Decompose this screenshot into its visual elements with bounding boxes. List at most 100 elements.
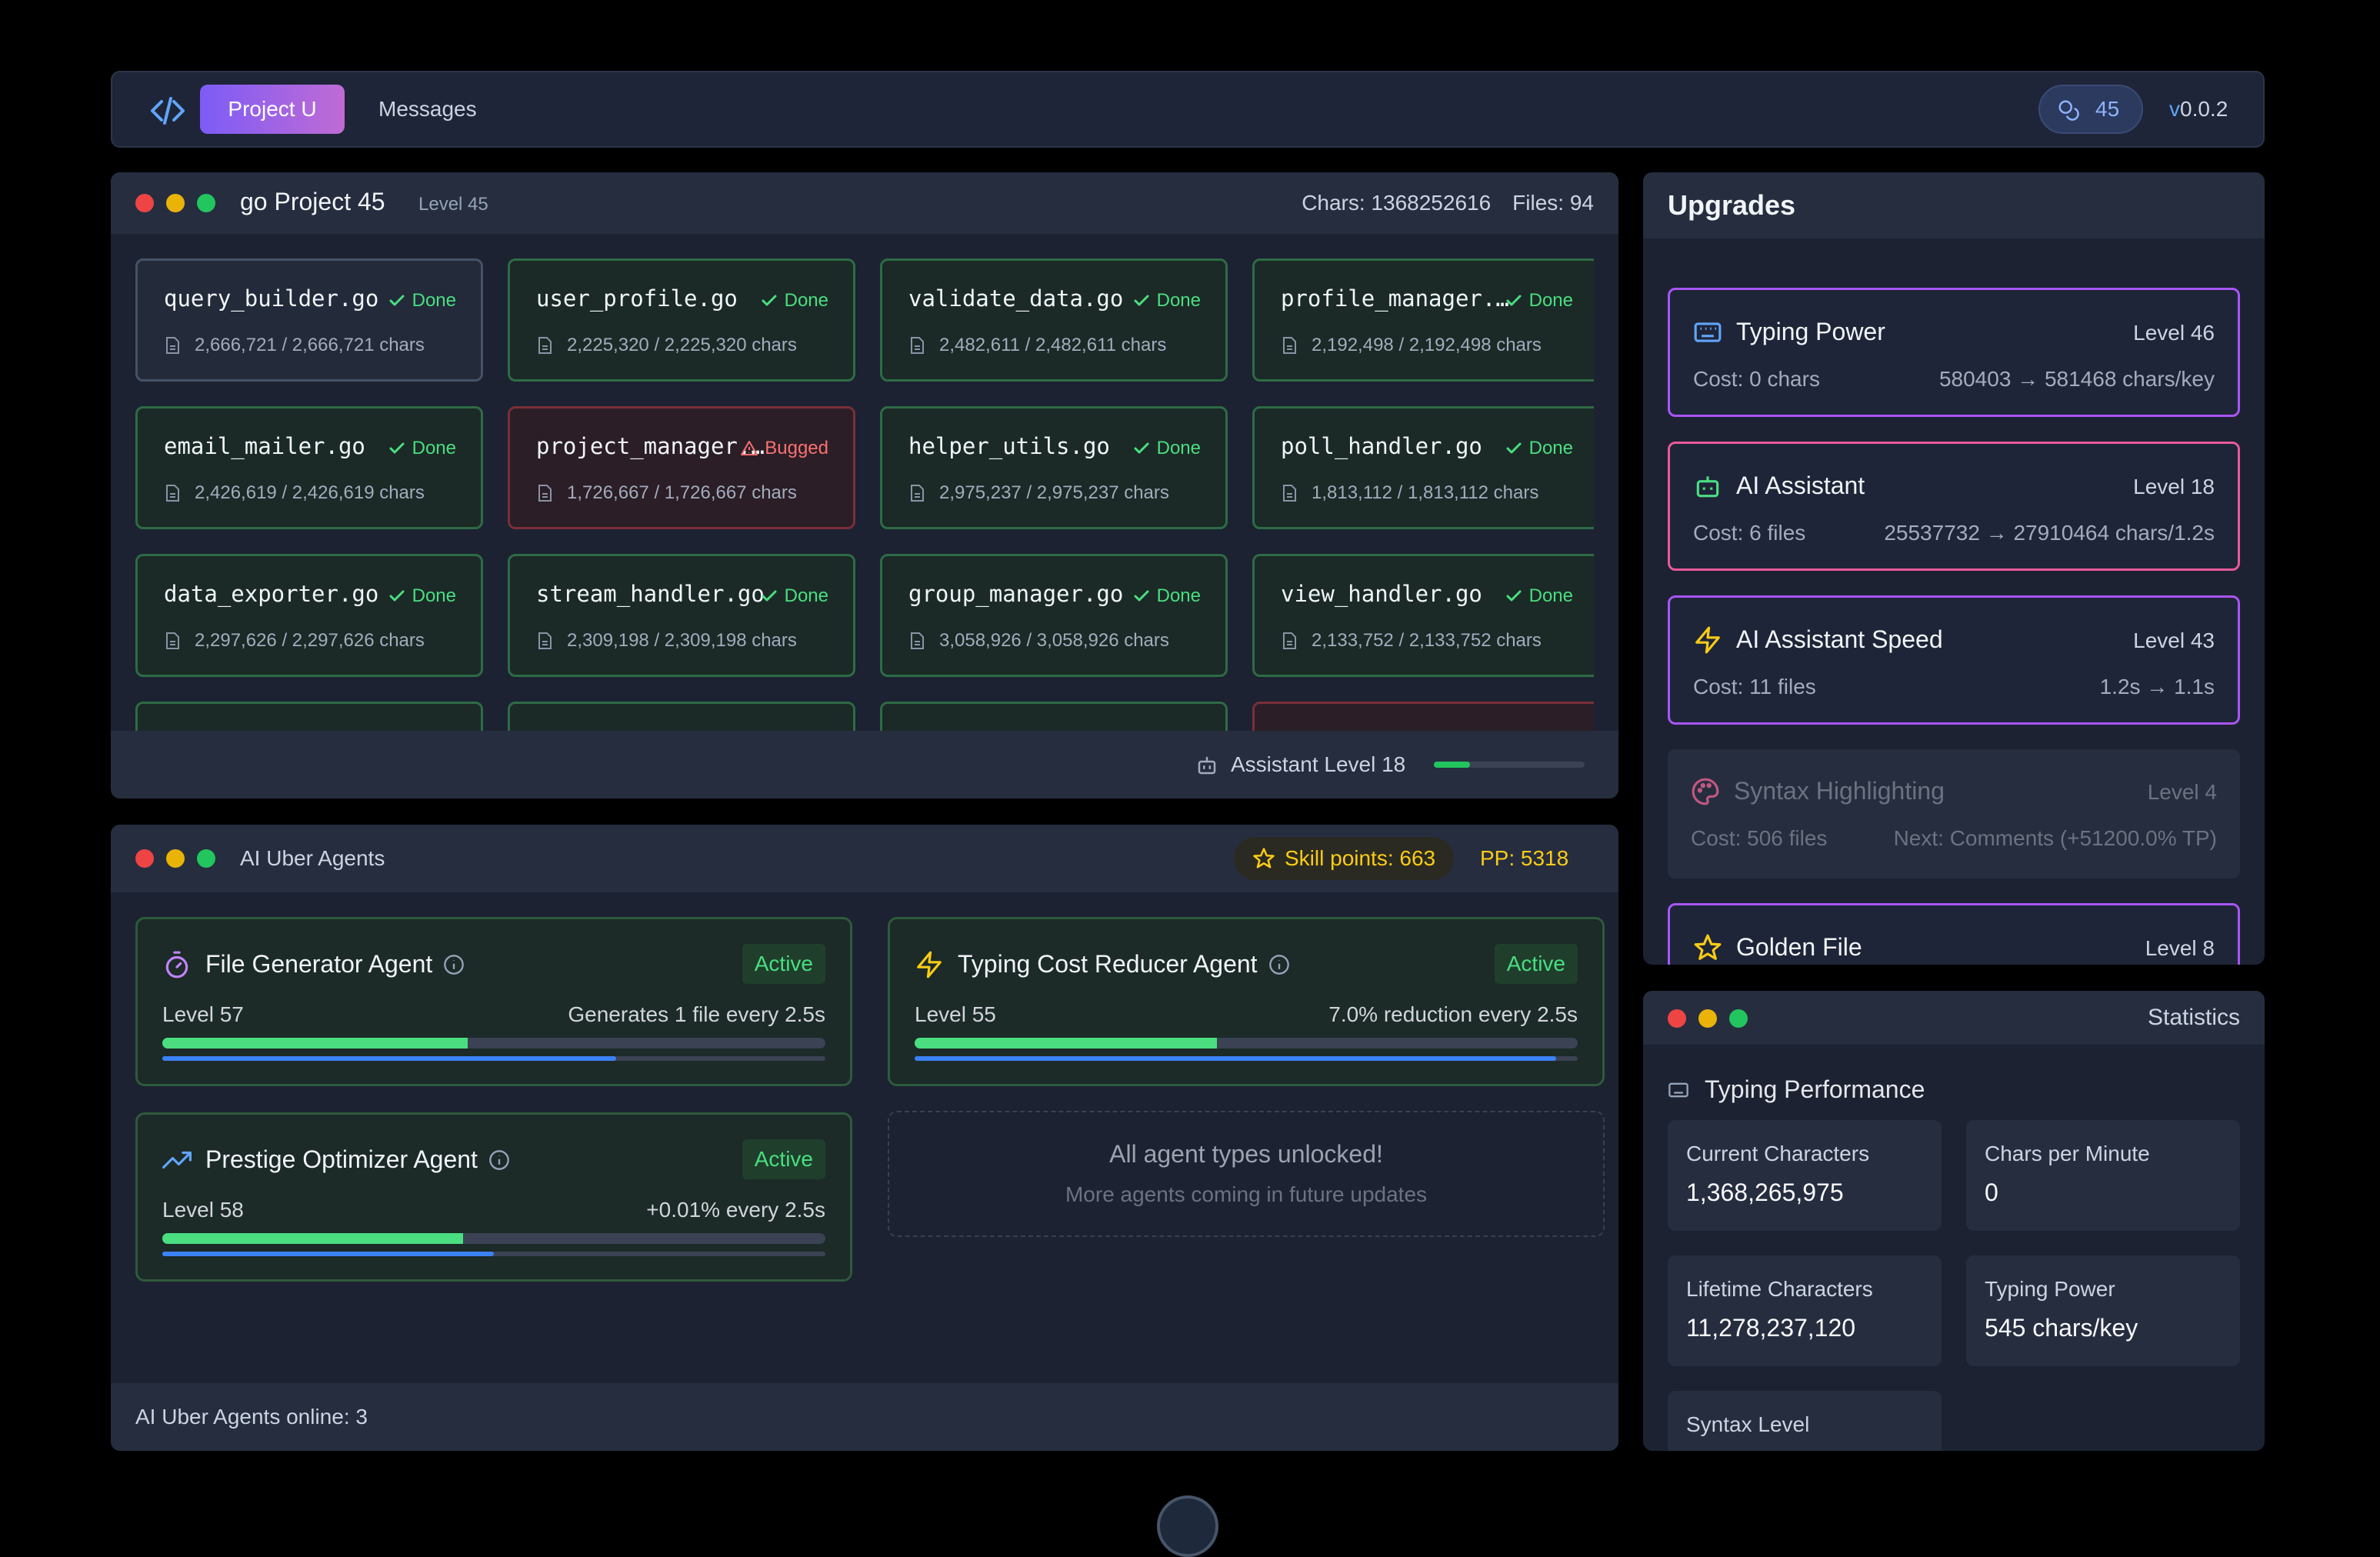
file-card-data-exporter-go[interactable]: data_exporter.go Done 2,297,626 / 2,297,62…	[135, 554, 483, 677]
file-status: Done	[388, 438, 456, 459]
file-name: data_exporter.go	[164, 581, 379, 607]
agents-unlocked-note: All agent types unlocked! More agents co…	[888, 1111, 1605, 1237]
file-chars: 2,426,619 / 2,426,619 chars	[164, 482, 425, 504]
close-dot[interactable]	[1668, 1009, 1686, 1028]
project-tab[interactable]: Project U	[200, 85, 345, 134]
file-card-helper-utils-go[interactable]: helper_utils.go Done 2,975,237 / 2,975,237…	[880, 406, 1228, 529]
agent-name: File Generator Agent	[205, 950, 465, 979]
file-icon	[1281, 484, 1298, 502]
close-dot[interactable]	[135, 849, 154, 868]
maximize-dot[interactable]	[197, 194, 215, 212]
info-icon[interactable]	[488, 1149, 510, 1171]
maximize-dot[interactable]	[1729, 1009, 1748, 1028]
upgrade-cost: Cost: 506 files	[1691, 826, 1828, 850]
close-dot[interactable]	[135, 194, 154, 212]
top-bar: Project U Messages 45 v0.0.2	[111, 71, 2265, 148]
check-icon	[388, 587, 406, 605]
file-icon	[908, 484, 925, 502]
star-icon	[1253, 848, 1275, 869]
file-chars: 1,726,667 / 1,726,667 chars	[536, 482, 797, 504]
agent-description: +0.01% every 2.5s	[646, 1198, 825, 1222]
messages-tab[interactable]: Messages	[378, 85, 477, 134]
upgrade-syntax-highlighting: Syntax Highlighting Level 4 Cost: 506 file…	[1668, 749, 2240, 879]
file-name: profile_manager.go	[1281, 285, 1512, 312]
agent-card-typing-cost-reducer-agent[interactable]: Typing Cost Reducer Agent Active Level 55 7…	[888, 917, 1605, 1086]
upgrades-panel: Upgrades Typing Power Level 46 Cost: 0 cha…	[1643, 172, 2265, 965]
floating-action-button[interactable]	[1157, 1495, 1218, 1557]
project-stats: Chars: 1368252616 Files: 94	[1280, 191, 1594, 215]
prestige-points: PP: 5318	[1480, 846, 1569, 870]
file-chars: 2,975,237 / 2,975,237 chars	[908, 482, 1169, 504]
upgrades-header: Upgrades	[1643, 172, 2265, 238]
minimize-dot[interactable]	[1698, 1009, 1717, 1028]
agent-card-file-generator-agent[interactable]: File Generator Agent Active Level 57 Genera…	[135, 917, 852, 1086]
check-icon	[1505, 587, 1523, 605]
file-card-user-profile-go[interactable]: user_profile.go Done 2,225,320 / 2,225,320…	[508, 258, 855, 382]
info-icon[interactable]	[1268, 954, 1290, 975]
bot-icon	[1693, 472, 1722, 501]
coins-count: 45	[2095, 97, 2120, 121]
upgrade-level: Level 43	[2133, 628, 2215, 652]
file-card-validate-data-go[interactable]: validate_data.go Done 2,482,611 / 2,482,61…	[880, 258, 1228, 382]
check-icon	[760, 292, 778, 310]
chars-count: Chars: 1368252616	[1302, 191, 1492, 215]
file-name: email_mailer.go	[164, 433, 365, 459]
statistics-header: Statistics	[1643, 991, 2265, 1045]
files-count: Files: 94	[1512, 191, 1594, 215]
upgrade-name: Typing Power	[1736, 318, 1885, 345]
stat-typing-power: Typing Power 545 chars/key	[1966, 1255, 2240, 1366]
trending-up-icon	[162, 1145, 192, 1175]
file-card-stream-handler-go[interactable]: stream_handler.go Done 2,309,198 / 2,309,1…	[508, 554, 855, 677]
agent-card-prestige-optimizer-agent[interactable]: Prestige Optimizer Agent Active Level 58 +0…	[135, 1112, 852, 1282]
file-status: Done	[1132, 585, 1201, 607]
upgrade-cost: Cost: 6 files	[1693, 521, 1806, 545]
stat-label: Typing Power	[1985, 1277, 2115, 1301]
file-status: Done	[1505, 290, 1573, 312]
agent-description: Generates 1 file every 2.5s	[568, 1002, 825, 1026]
stat-label: Chars per Minute	[1985, 1142, 2150, 1165]
file-name: group_manager.go	[908, 581, 1124, 607]
upgrade-level: Level 4	[2147, 780, 2217, 804]
file-icon	[908, 632, 925, 650]
agent-description: 7.0% reduction every 2.5s	[1328, 1002, 1578, 1026]
file-status: Done	[1132, 438, 1201, 459]
upgrade-effect: 25537732 → 27910464 chars/1.2s	[1884, 521, 2215, 545]
file-name: user_profile.go	[536, 285, 738, 312]
agents-footer: AI Uber Agents online: 3	[111, 1383, 1618, 1451]
check-icon	[1132, 439, 1151, 458]
statistics-title: Statistics	[2147, 1005, 2240, 1030]
window-controls	[135, 194, 228, 216]
coins-icon	[2058, 100, 2079, 121]
coins-badge[interactable]: 45	[2038, 85, 2143, 134]
check-icon	[1505, 292, 1523, 310]
minimize-dot[interactable]	[166, 194, 185, 212]
status-badge: Active	[742, 1139, 825, 1179]
upgrade-ai-assistant[interactable]: AI Assistant Level 18 Cost: 6 files 2553773…	[1668, 442, 2240, 571]
agents-header: AI Uber Agents Skill points: 663 PP: 531…	[111, 825, 1618, 892]
file-icon	[164, 632, 181, 650]
file-chars: 2,192,498 / 2,192,498 chars	[1281, 335, 1542, 356]
stat-label: Syntax Level	[1686, 1412, 1810, 1436]
file-card-view-handler-go[interactable]: view_handler.go Done 2,133,752 / 2,133,752…	[1252, 554, 1594, 677]
file-card-email-mailer-go[interactable]: email_mailer.go Done 2,426,619 / 2,426,619…	[135, 406, 483, 529]
upgrade-name: AI Assistant	[1736, 472, 1865, 499]
upgrade-typing-power[interactable]: Typing Power Level 46 Cost: 0 chars 580403 …	[1668, 288, 2240, 417]
agents-title: AI Uber Agents	[240, 846, 385, 870]
file-card-project-manager-go[interactable]: project_manager.go Bugged 1,726,667 / 1,72…	[508, 406, 855, 529]
info-icon[interactable]	[443, 954, 465, 975]
file-name: validate_data.go	[908, 285, 1124, 312]
file-chars: 3,058,926 / 3,058,926 chars	[908, 630, 1169, 652]
file-card-group-manager-go[interactable]: group_manager.go Done 3,058,926 / 3,058,92…	[880, 554, 1228, 677]
minimize-dot[interactable]	[166, 849, 185, 868]
upgrade-ai-assistant-speed[interactable]: AI Assistant Speed Level 43 Cost: 11 files…	[1668, 595, 2240, 725]
upgrade-golden-file[interactable]: Golden File Level 8	[1668, 903, 2240, 965]
maximize-dot[interactable]	[197, 849, 215, 868]
file-status: Done	[388, 290, 456, 312]
file-card-poll-handler-go[interactable]: poll_handler.go Done 1,813,112 / 1,813,112…	[1252, 406, 1594, 529]
file-status: Done	[1505, 585, 1573, 607]
file-card-profile-manager-go[interactable]: profile_manager.go Done 2,192,498 / 2,192,…	[1252, 258, 1594, 382]
upgrade-effect: 1.2s → 1.1s	[2099, 675, 2215, 698]
agent-level: Level 58	[162, 1198, 244, 1222]
file-card-query-builder-go[interactable]: query_builder.go Done 2,666,721 / 2,666,72…	[135, 258, 483, 382]
status-badge: Active	[742, 944, 825, 984]
